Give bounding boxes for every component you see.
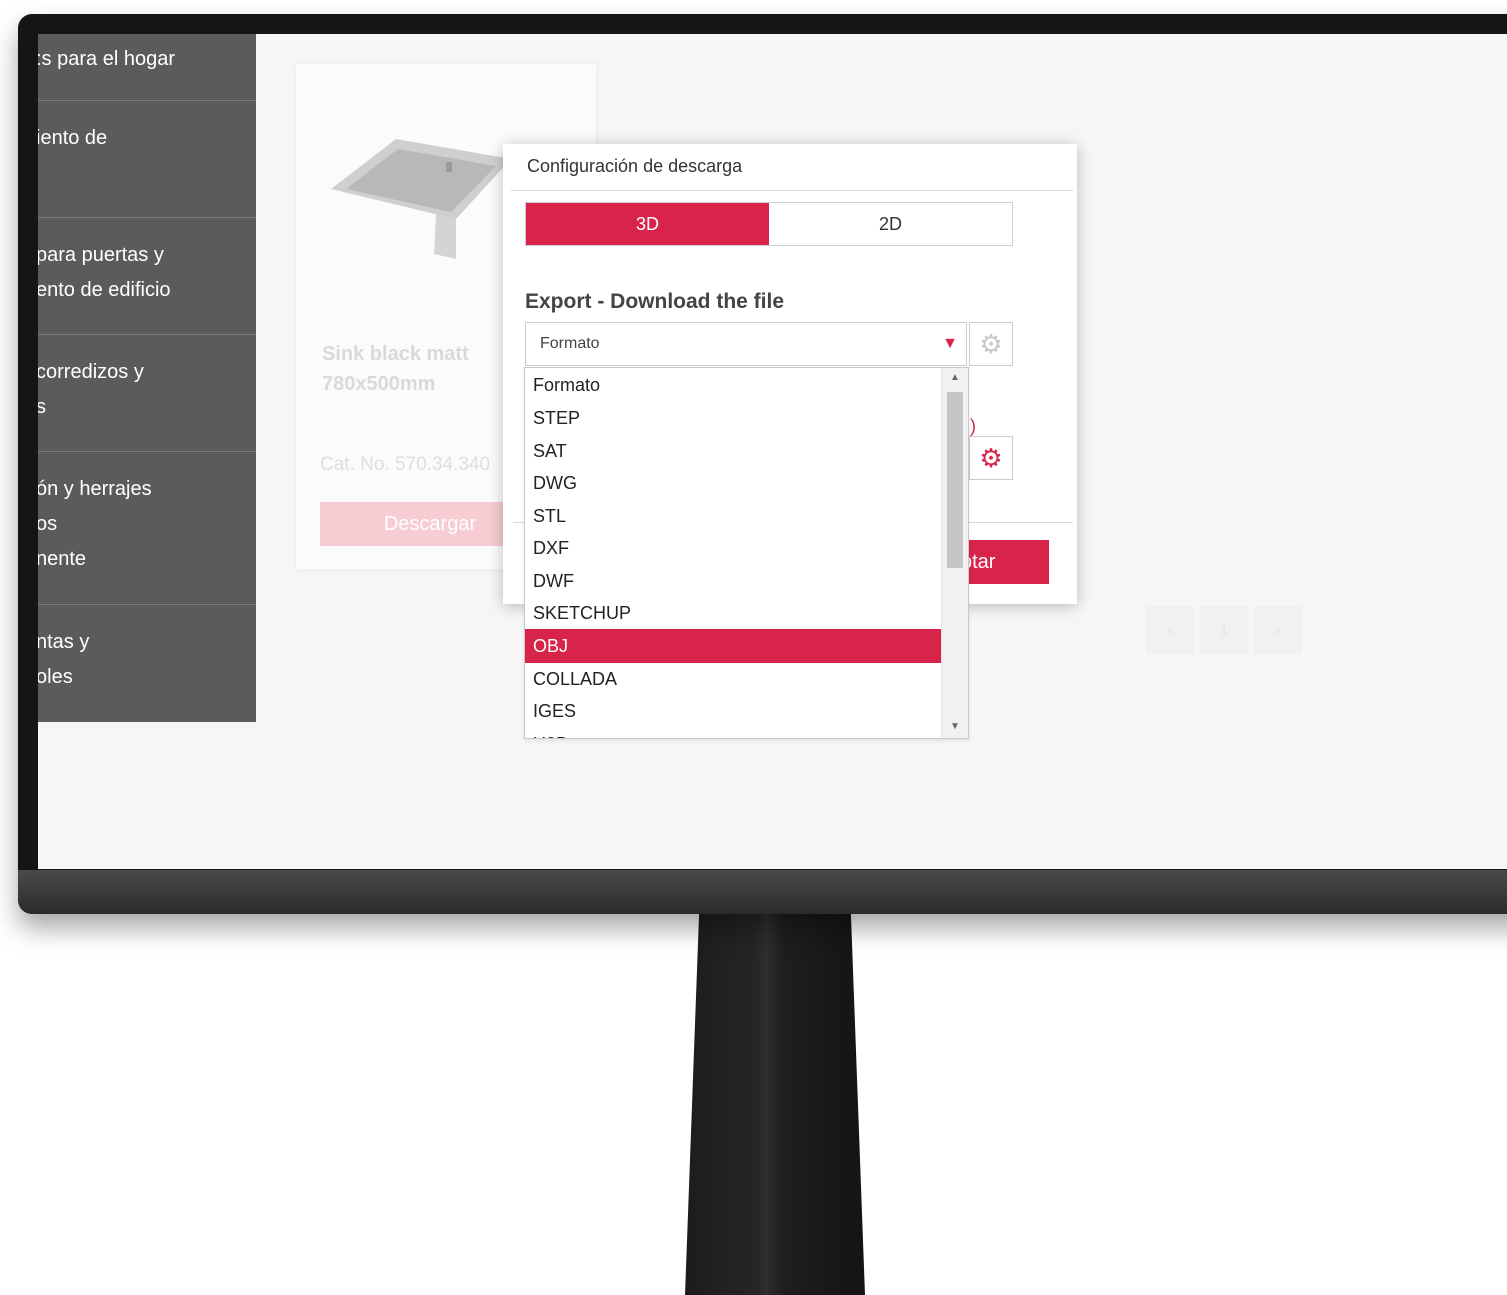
format-option[interactable]: STL [525,499,943,533]
chevron-down-icon: ▼ [942,335,958,352]
scroll-down-icon[interactable]: ▼ [942,721,968,732]
sidebar-item-equipment[interactable]: iento de [38,101,256,218]
format-option[interactable]: DWG [525,466,943,500]
sidebar-item-label: ón y herrajes [38,478,152,500]
gear-icon: ⚙ [979,442,1003,473]
divider [511,190,1073,191]
monitor: :s para el hogar iento de para puertas y… [18,14,1507,914]
sidebar-item-label: corredizos y [38,361,144,383]
format-select-value: Formato [540,335,600,352]
pagination-next[interactable]: › [1254,606,1302,654]
screen: :s para el hogar iento de para puertas y… [38,34,1507,869]
sidebar-item-sliding[interactable]: corredizos y s [38,335,256,452]
format-option[interactable]: IGES [525,694,943,728]
format-option[interactable]: STEP [525,401,943,435]
pagination-prev[interactable]: ‹ [1146,606,1194,654]
options-settings-button[interactable]: ⚙ [969,436,1013,480]
format-option[interactable]: SKETCHUP [525,596,943,630]
format-settings-button[interactable]: ⚙ [969,322,1013,366]
format-option[interactable]: U3D [525,727,943,738]
dropdown-scrollbar[interactable]: ▲ ▼ [941,368,968,738]
sidebar-item-label: iento de [38,127,108,149]
tab-3d[interactable]: 3D [526,203,769,245]
sidebar-item-hardware[interactable]: ón y herrajes os nente [38,452,256,605]
scroll-up-icon[interactable]: ▲ [942,372,968,383]
monitor-chin [18,870,1507,914]
category-sidebar: :s para el hogar iento de para puertas y… [38,34,256,722]
sidebar-item-label: nente [38,548,87,570]
format-option-selected[interactable]: OBJ [525,629,943,663]
partial-note: ) [970,416,976,436]
format-select[interactable]: Formato ▼ [525,322,967,366]
sidebar-item-label: os [38,513,58,535]
sidebar-item-label: ento de edificio [38,279,171,301]
product-image [331,139,511,259]
sidebar-item-label: oles [38,666,73,688]
export-title: Export - Download the file [525,290,785,313]
sidebar-item-label: s [38,396,46,418]
dialog-title: Configuración de descarga [527,156,743,176]
sidebar-item-tools[interactable]: ntas y oles [38,605,256,722]
format-option[interactable]: SAT [525,434,943,468]
format-option[interactable]: COLLADA [525,662,943,696]
sidebar-item-label: para puertas y [38,244,164,266]
dimension-tabs: 3D 2D [525,202,1013,246]
format-option[interactable]: DWF [525,564,943,598]
monitor-stand [685,905,865,1295]
tab-2d[interactable]: 2D [769,203,1012,245]
pagination-page[interactable]: 1 [1200,606,1248,654]
gear-icon: ⚙ [979,328,1003,359]
sidebar-item-doors[interactable]: para puertas y ento de edificio [38,218,256,335]
product-cat-no: Cat. No. 570.34.340 [320,454,491,475]
sidebar-item-home[interactable]: :s para el hogar [38,34,256,101]
format-option[interactable]: Formato [525,368,943,402]
sidebar-item-label: ntas y [38,631,90,653]
sidebar-item-label: :s para el hogar [38,48,175,70]
format-option[interactable]: DXF [525,531,943,565]
scrollbar-thumb[interactable] [947,392,963,568]
format-dropdown-list[interactable]: Formato STEP SAT DWG STL DXF DWF SKETCHU… [524,367,969,739]
